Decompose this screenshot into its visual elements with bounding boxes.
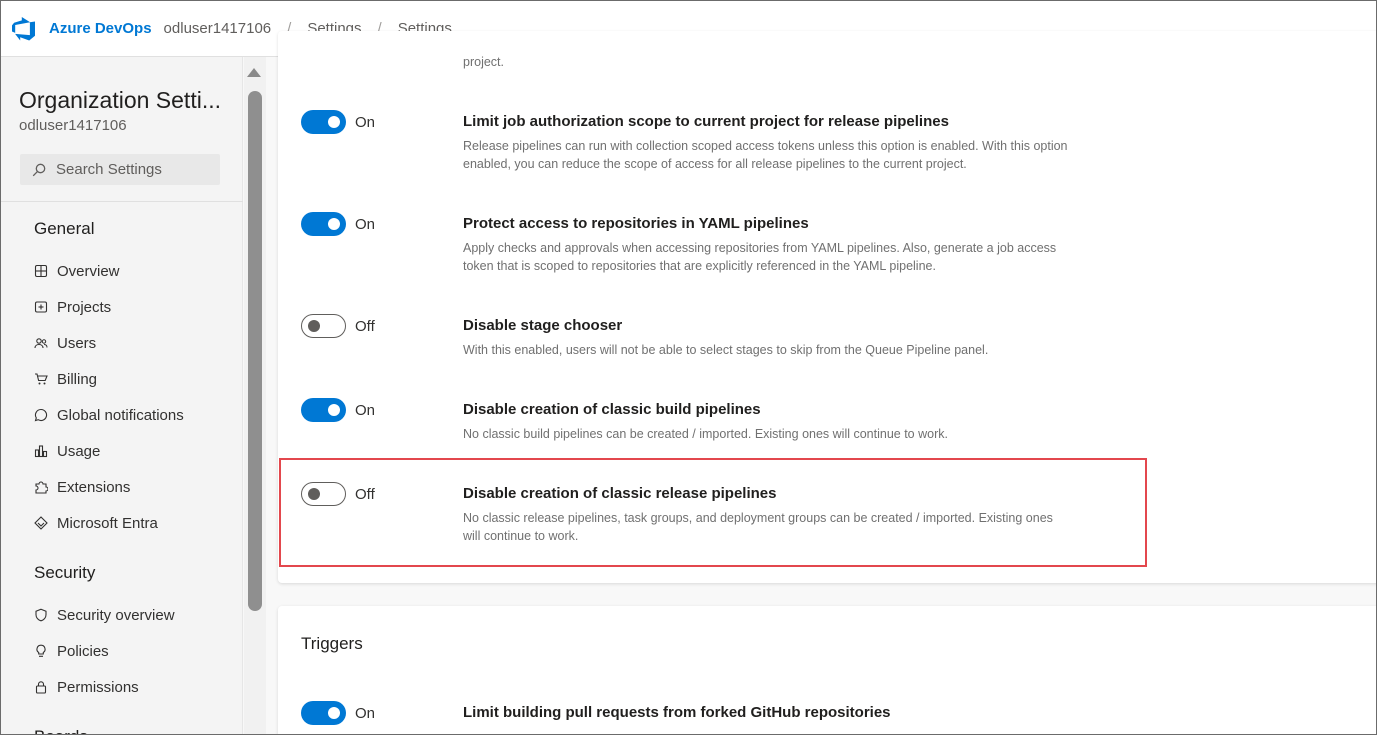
toggle-state-label: Off: [355, 318, 375, 335]
sidebar-item-label: Extensions: [57, 478, 131, 496]
sidebar-item-label: Security overview: [57, 606, 175, 624]
search-input[interactable]: Search Settings: [20, 154, 220, 185]
setting-description: Apply checks and approvals when accessin…: [463, 241, 1057, 273]
toggle-protect-repositories[interactable]: [301, 212, 346, 236]
setting-description: No classic release pipelines, task group…: [463, 511, 1053, 543]
app-window: Azure DevOps odluser1417106 / Settings /…: [0, 0, 1377, 735]
sidebar-item-projects[interactable]: Projects: [34, 295, 111, 319]
overview-icon: [34, 264, 48, 278]
nav-group-boards: Boards: [34, 727, 88, 734]
nav-group-security: Security: [34, 563, 96, 582]
toggle-state-label: On: [355, 114, 376, 131]
nav-group-general: General: [34, 219, 95, 238]
lock-icon: [34, 680, 48, 694]
setting-description: No classic build pipelines can be create…: [463, 427, 948, 441]
azure-devops-logo-icon[interactable]: [11, 16, 37, 42]
search-placeholder: Search Settings: [56, 161, 162, 178]
brand-link[interactable]: Azure DevOps: [49, 20, 152, 37]
toggle-state-label: On: [355, 216, 376, 233]
sidebar-item-label: Policies: [57, 642, 109, 660]
sidebar-item-policies[interactable]: Policies: [34, 639, 109, 663]
breadcrumb-organization[interactable]: odluser1417106: [164, 20, 272, 37]
chat-icon: [34, 408, 48, 422]
sidebar-item-label: Users: [57, 334, 97, 352]
sidebar-subtitle: odluser1417106: [19, 117, 127, 134]
setting-description: With this enabled, users will not be abl…: [463, 343, 989, 357]
sidebar: Organization Setti... odluser1417106 Sea…: [1, 57, 243, 734]
sidebar-item-label: Usage: [57, 442, 101, 460]
toggle-disable-classic-release[interactable]: [301, 482, 346, 506]
sidebar-divider: [1, 201, 243, 202]
sidebar-item-billing[interactable]: Billing: [34, 367, 97, 391]
cart-icon: [34, 372, 48, 386]
sidebar-title: Organization Setti...: [19, 87, 221, 113]
toggle-limit-forked-prs[interactable]: [301, 701, 346, 725]
sidebar-item-label: Microsoft Entra: [57, 514, 158, 532]
toggle-limit-release-scope[interactable]: [301, 110, 346, 134]
setting-title: Protect access to repositories in YAML p…: [463, 215, 809, 232]
sidebar-item-label: Billing: [57, 370, 98, 388]
setting-title: Disable creation of classic build pipeli…: [463, 401, 761, 418]
toggle-state-label: On: [355, 402, 376, 419]
entra-icon: [34, 516, 48, 530]
sidebar-item-label: Projects: [57, 298, 112, 316]
sidebar-item-label: Overview: [57, 262, 120, 280]
shield-icon: [34, 608, 48, 622]
usage-icon: [34, 444, 48, 458]
setting-title: Limit job authorization scope to current…: [463, 113, 949, 130]
search-icon: [32, 163, 46, 176]
sidebar-item-users[interactable]: Users: [34, 331, 96, 355]
toggle-state-label: On: [355, 705, 376, 722]
setting-title: Limit building pull requests from forked…: [463, 704, 891, 721]
sidebar-item-label: Global notifications: [57, 406, 184, 424]
setting-title: Disable creation of classic release pipe…: [463, 485, 777, 502]
puzzle-icon: [34, 480, 48, 494]
sidebar-item-security-overview[interactable]: Security overview: [34, 603, 175, 627]
projects-icon: [34, 300, 48, 314]
scroll-up-arrow-icon[interactable]: [247, 68, 261, 77]
sidebar-item-extensions[interactable]: Extensions: [34, 475, 130, 499]
sidebar-item-permissions[interactable]: Permissions: [34, 675, 139, 699]
sidebar-item-global-notifications[interactable]: Global notifications: [34, 403, 184, 427]
sidebar-item-overview[interactable]: Overview: [34, 259, 120, 283]
toggle-disable-stage-chooser[interactable]: [301, 314, 346, 338]
setting-description-cut: project.: [463, 55, 504, 69]
section-title-triggers: Triggers: [301, 634, 363, 653]
toggle-disable-classic-build[interactable]: [301, 398, 346, 422]
bulb-icon: [34, 644, 48, 658]
sidebar-item-usage[interactable]: Usage: [34, 439, 100, 463]
sidebar-item-label: Permissions: [57, 678, 139, 696]
setting-title: Disable stage chooser: [463, 317, 623, 334]
setting-description: Release pipelines can run with collectio…: [463, 139, 1068, 171]
toggle-state-label: Off: [355, 486, 375, 503]
scrollbar-thumb[interactable]: [248, 91, 262, 611]
users-icon: [34, 336, 48, 350]
sidebar-item-microsoft-entra[interactable]: Microsoft Entra: [34, 511, 158, 535]
